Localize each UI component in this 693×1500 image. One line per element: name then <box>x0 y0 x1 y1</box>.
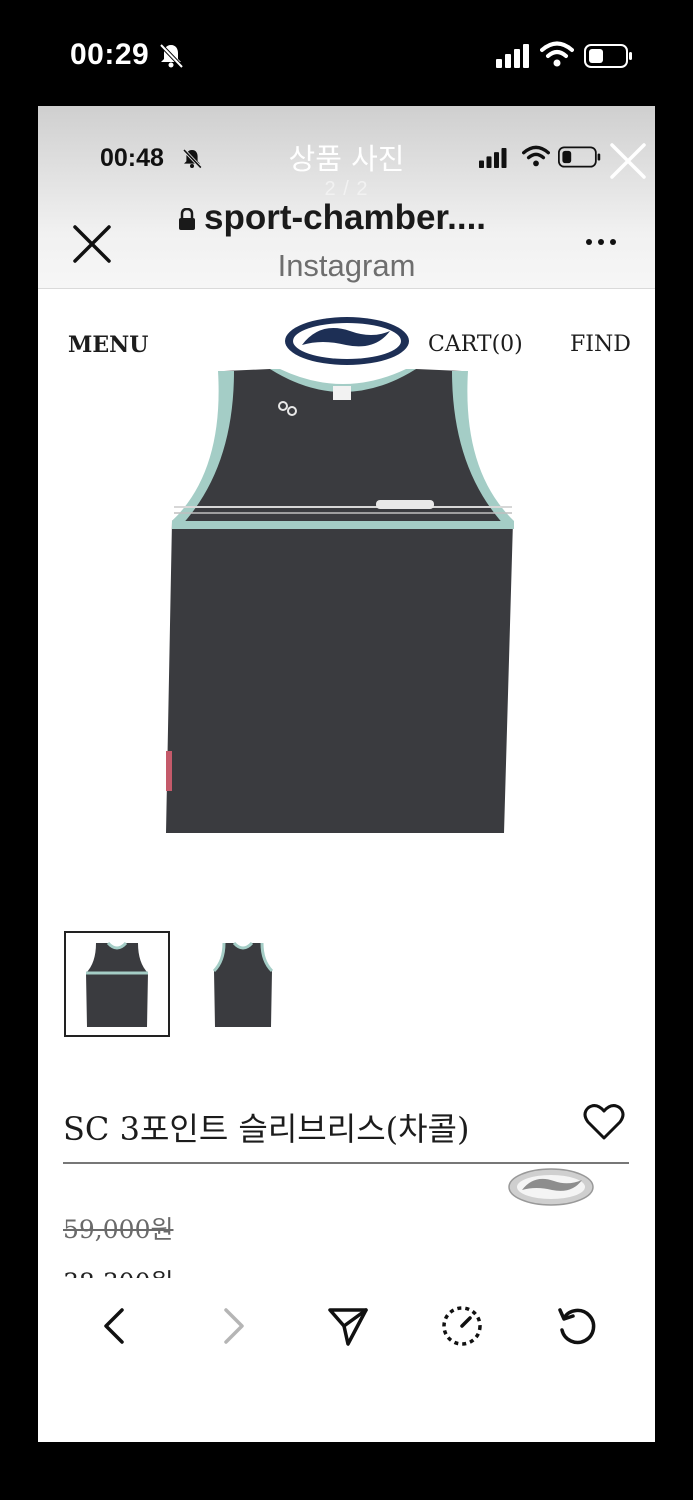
product-name: SC 3포인트 슬리브리스(차콜) <box>63 1110 470 1148</box>
silent-bell-icon <box>159 43 184 69</box>
nav-cart-link[interactable]: CART(0) <box>428 332 523 357</box>
brand-logo[interactable] <box>280 311 414 371</box>
inner-browser-header: 00:48 상품 사진 2 / 2 sport-chamber.... Inst… <box>38 106 655 289</box>
browser-url[interactable]: sport-chamber.... <box>178 198 486 238</box>
lock-icon <box>179 208 195 230</box>
chevron-right-icon[interactable] <box>208 1302 256 1350</box>
url-text: sport-chamber.... <box>204 198 487 237</box>
product-thumbnail-1[interactable] <box>64 931 170 1037</box>
story-close-icon[interactable] <box>608 141 648 181</box>
more-options-icon[interactable] <box>584 236 618 248</box>
original-price: 59,000원 <box>63 1215 174 1244</box>
story-title: 상품 사진 <box>288 142 405 176</box>
history-icon[interactable] <box>438 1302 486 1350</box>
battery-icon <box>584 44 632 68</box>
heart-icon[interactable] <box>582 1102 626 1142</box>
cellular-signal-icon <box>496 44 529 68</box>
wifi-icon <box>540 41 574 67</box>
thumbnail-image-1 <box>86 941 148 1027</box>
status-bar: 00:29 <box>0 0 693 110</box>
reload-icon[interactable] <box>552 1302 600 1350</box>
product-thumbnail-2[interactable] <box>190 931 296 1037</box>
site-name: Instagram <box>277 248 416 283</box>
brand-badge-logo <box>508 1168 594 1206</box>
nav-find-link[interactable]: FIND <box>570 332 631 357</box>
browser-toolbar <box>38 1278 655 1442</box>
status-time: 00:29 <box>70 38 150 71</box>
product-image <box>166 369 514 833</box>
chevron-left-icon[interactable] <box>92 1302 140 1350</box>
thumbnail-image-2 <box>212 941 274 1027</box>
nav-menu-link[interactable]: MENU <box>68 332 148 358</box>
story-frame: 00:48 상품 사진 2 / 2 sport-chamber.... Inst… <box>38 106 655 1442</box>
share-icon[interactable] <box>324 1302 372 1350</box>
